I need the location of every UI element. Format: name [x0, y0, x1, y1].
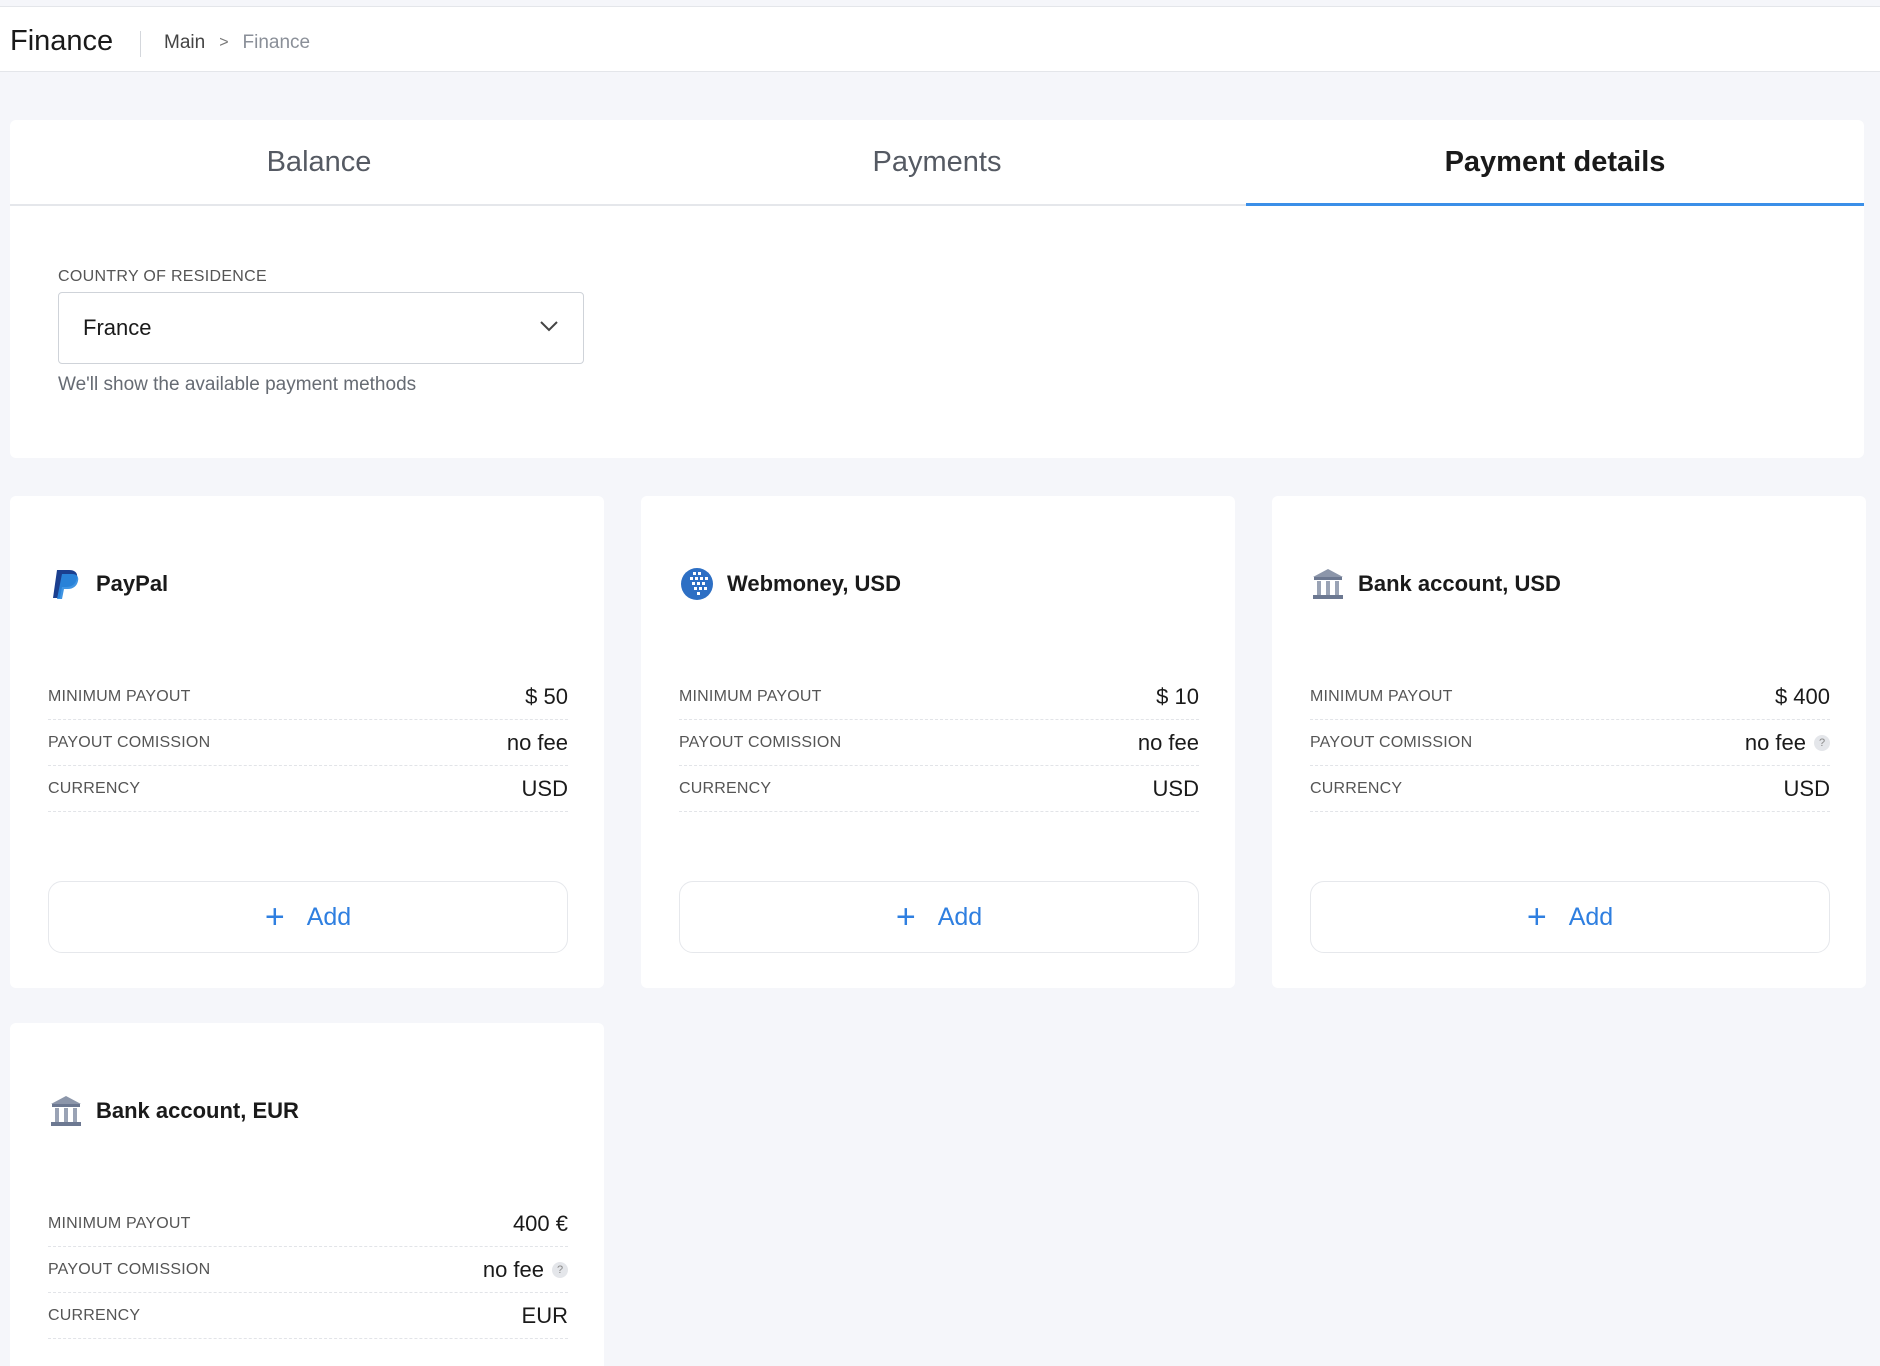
minimum-payout-row: MINIMUM PAYOUT $ 10	[679, 674, 1199, 720]
card-details: MINIMUM PAYOUT 400 € PAYOUT COMISSION no…	[48, 1201, 568, 1339]
chevron-down-icon	[540, 321, 558, 332]
breadcrumb-current: Finance	[242, 32, 311, 53]
row-label: CURRENCY	[48, 779, 141, 797]
row-value: USD	[1152, 775, 1199, 801]
plus-icon: +	[1526, 898, 1547, 936]
plus-icon: +	[264, 898, 285, 936]
row-value: EUR	[521, 1302, 568, 1328]
minimum-payout-row: MINIMUM PAYOUT $ 50	[48, 674, 568, 720]
card-header: Bank account, USD	[1310, 566, 1561, 602]
card-details: MINIMUM PAYOUT $ 10 PAYOUT COMISSION no …	[679, 674, 1199, 812]
add-paypal-button[interactable]: + Add	[48, 881, 568, 953]
row-value: USD	[1783, 775, 1830, 801]
bank-icon	[1313, 569, 1343, 599]
currency-row: CURRENCY USD	[48, 766, 568, 812]
card-title: Bank account, USD	[1358, 571, 1561, 596]
breadcrumb-main-link[interactable]: Main	[164, 32, 205, 54]
add-webmoney-button[interactable]: + Add	[679, 881, 1199, 953]
breadcrumb-separator: >	[219, 34, 229, 51]
row-label: CURRENCY	[48, 1306, 141, 1324]
row-value: no fee ?	[483, 1257, 568, 1283]
row-label: PAYOUT COMISSION	[48, 1260, 211, 1278]
country-select-value: France	[83, 315, 152, 340]
commission-value: no fee	[1744, 729, 1806, 755]
row-label: MINIMUM PAYOUT	[1310, 687, 1453, 705]
payout-commission-row: PAYOUT COMISSION no fee	[48, 720, 568, 766]
row-value: no fee	[1137, 729, 1199, 755]
row-label: MINIMUM PAYOUT	[48, 1214, 191, 1232]
payout-commission-row: PAYOUT COMISSION no fee ?	[1310, 720, 1830, 766]
row-label: MINIMUM PAYOUT	[48, 687, 191, 705]
bank-icon	[51, 1096, 81, 1126]
tab-payment-details[interactable]: Payment details	[1246, 120, 1864, 206]
row-label: PAYOUT COMISSION	[48, 733, 211, 751]
currency-row: CURRENCY USD	[1310, 766, 1830, 812]
help-icon[interactable]: ?	[552, 1261, 568, 1278]
card-title: PayPal	[96, 571, 169, 596]
row-label: MINIMUM PAYOUT	[679, 687, 822, 705]
minimum-payout-row: MINIMUM PAYOUT $ 400	[1310, 674, 1830, 720]
payment-method-card-bank-usd: Bank account, USD MINIMUM PAYOUT $ 400 P…	[1272, 496, 1866, 988]
tab-bar: Balance Payments Payment details	[10, 120, 1864, 206]
row-value: USD	[521, 775, 568, 801]
row-label: CURRENCY	[679, 779, 772, 797]
payout-commission-row: PAYOUT COMISSION no fee	[679, 720, 1199, 766]
commission-value: no fee	[482, 1256, 544, 1282]
add-button-label: Add	[937, 902, 983, 931]
help-icon[interactable]: ?	[1814, 734, 1830, 751]
card-details: MINIMUM PAYOUT $ 50 PAYOUT COMISSION no …	[48, 674, 568, 812]
row-label: CURRENCY	[1310, 779, 1403, 797]
currency-row: CURRENCY EUR	[48, 1293, 568, 1339]
top-bar: Finance Main > Finance	[0, 6, 1880, 72]
country-helper-text: We'll show the available payment methods	[58, 374, 417, 395]
add-button-label: Add	[1568, 902, 1614, 931]
add-button-label: Add	[306, 902, 352, 931]
tab-payments[interactable]: Payments	[628, 120, 1246, 204]
card-title: Webmoney, USD	[727, 571, 901, 596]
add-bank-usd-button[interactable]: + Add	[1310, 881, 1830, 953]
payment-method-card-bank-eur: Bank account, EUR MINIMUM PAYOUT 400 € P…	[10, 1023, 604, 1366]
card-header: Webmoney, USD	[679, 566, 901, 602]
row-value: no fee ?	[1745, 730, 1830, 756]
payment-method-card-webmoney: Webmoney, USD MINIMUM PAYOUT $ 10 PAYOUT…	[641, 496, 1235, 988]
row-value: 400 €	[512, 1210, 568, 1236]
row-value: $ 50	[525, 683, 568, 709]
card-title: Bank account, EUR	[96, 1098, 299, 1123]
card-header: Bank account, EUR	[48, 1093, 299, 1129]
payout-commission-row: PAYOUT COMISSION no fee ?	[48, 1247, 568, 1293]
row-value: no fee	[506, 729, 568, 755]
row-label: PAYOUT COMISSION	[679, 733, 842, 751]
card-header: PayPal	[48, 566, 168, 602]
row-label: PAYOUT COMISSION	[1310, 733, 1473, 751]
breadcrumb: Main > Finance	[164, 32, 310, 54]
tab-balance[interactable]: Balance	[10, 120, 628, 204]
page-title: Finance	[10, 25, 114, 57]
plus-icon: +	[895, 898, 916, 936]
card-details: MINIMUM PAYOUT $ 400 PAYOUT COMISSION no…	[1310, 674, 1830, 812]
webmoney-icon	[681, 568, 713, 600]
payment-method-card-paypal: PayPal MINIMUM PAYOUT $ 50 PAYOUT COMISS…	[10, 496, 604, 988]
finance-tabs-card: Balance Payments Payment details COUNTRY…	[10, 120, 1864, 458]
country-select[interactable]: France	[58, 292, 584, 364]
row-value: $ 10	[1156, 683, 1199, 709]
minimum-payout-row: MINIMUM PAYOUT 400 €	[48, 1201, 568, 1247]
country-label: COUNTRY OF RESIDENCE	[58, 268, 267, 285]
title-divider	[140, 31, 141, 57]
paypal-icon	[53, 570, 79, 599]
row-value: $ 400	[1774, 683, 1830, 709]
currency-row: CURRENCY USD	[679, 766, 1199, 812]
